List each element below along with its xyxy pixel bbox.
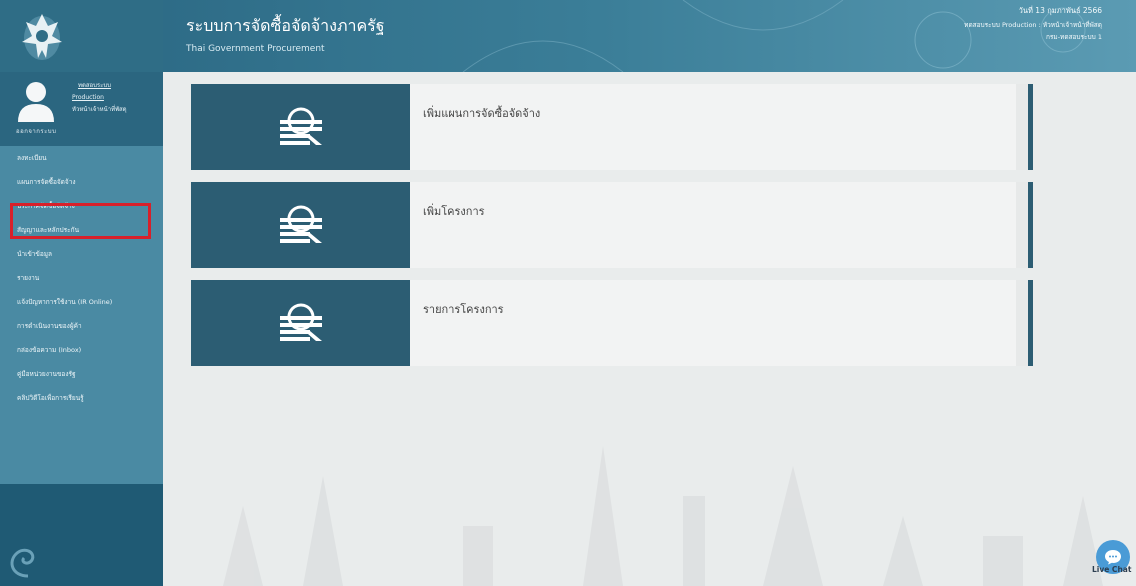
user-panel: ทดสอบระบบ Production หัวหน้าเจ้าหน้าที่พ… bbox=[0, 72, 163, 146]
card-label: เพิ่มโครงการ bbox=[423, 205, 485, 218]
card-icon-container bbox=[191, 182, 410, 268]
card-project-list[interactable]: รายการโครงการ bbox=[191, 280, 1033, 366]
card-edge bbox=[1016, 280, 1028, 366]
card-add-procurement-plan[interactable]: เพิ่มแผนการจัดซื้อจัดจ้าง bbox=[191, 84, 1033, 170]
sidebar-logo-area bbox=[0, 0, 163, 72]
user-env-link[interactable]: Production bbox=[72, 94, 104, 102]
menu-item-ir-online[interactable]: แจ้งปัญหาการใช้งาน (IR Online) bbox=[0, 290, 163, 314]
card-label: รายการโครงการ bbox=[423, 303, 504, 316]
menu-item-import-data[interactable]: นำเข้าข้อมูล bbox=[0, 242, 163, 266]
header-department: กรม-ทดสอบระบบ 1 bbox=[1046, 33, 1102, 41]
document-search-icon bbox=[279, 107, 322, 145]
live-chat-label: Live Chat bbox=[1092, 565, 1132, 574]
document-search-icon bbox=[279, 303, 322, 341]
card-accent-bar bbox=[1028, 280, 1033, 366]
menu-item-register[interactable]: ลงทะเบียน bbox=[0, 146, 163, 170]
menu-item-procurement-plan[interactable]: แผนการจัดซื้อจัดจ้าง bbox=[0, 170, 163, 194]
government-emblem-icon bbox=[22, 14, 62, 60]
temple-background-art bbox=[223, 446, 1103, 586]
sidebar: ทดสอบระบบ Production หัวหน้าเจ้าหน้าที่พ… bbox=[0, 0, 163, 586]
card-add-project[interactable]: เพิ่มโครงการ bbox=[191, 182, 1033, 268]
header-date: วันที่ 13 กุมภาพันธ์ 2566 bbox=[1018, 6, 1102, 15]
user-position: หัวหน้าเจ้าหน้าที่พัสดุ bbox=[72, 106, 127, 113]
card-accent-bar bbox=[1028, 182, 1033, 268]
card-accent-bar bbox=[1028, 84, 1033, 170]
card-label: เพิ่มแผนการจัดซื้อจัดจ้าง bbox=[423, 107, 541, 120]
menu-item-manual[interactable]: คู่มือหน่วยงานของรัฐ bbox=[0, 362, 163, 386]
card-edge bbox=[1016, 84, 1028, 170]
header-user: ทดสอบระบบ Production : หัวหน้าเจ้าหน้าที… bbox=[964, 21, 1102, 29]
card-icon-container bbox=[191, 280, 410, 366]
avatar-icon bbox=[18, 82, 54, 122]
sidebar-footer bbox=[0, 484, 163, 586]
user-name-link[interactable]: ทดสอบระบบ bbox=[78, 82, 111, 90]
logout-link[interactable]: ออกจากระบบ bbox=[16, 128, 56, 136]
menu-item-vendor-operations[interactable]: การดำเนินงานของผู้ค้า bbox=[0, 314, 163, 338]
card-edge bbox=[1016, 182, 1028, 268]
header-banner: ระบบการจัดซื้อจัดจ้างภาครัฐ Thai Governm… bbox=[163, 0, 1136, 72]
menu-item-video-clips[interactable]: คลิปวิดีโอเพื่อการเรียนรู้ bbox=[0, 386, 163, 410]
annotation-highlight-box bbox=[10, 203, 151, 239]
card-icon-container bbox=[191, 84, 410, 170]
live-chat-button[interactable]: Live Chat bbox=[1090, 540, 1134, 584]
swirl-ornament-icon bbox=[10, 548, 35, 578]
main-content: เพิ่มแผนการจัดซื้อจัดจ้าง เพิ่มโครงการ ร… bbox=[163, 72, 1136, 586]
chat-icon bbox=[1105, 550, 1121, 565]
menu-item-inbox[interactable]: กล่องข้อความ (Inbox) bbox=[0, 338, 163, 362]
page-title: ระบบการจัดซื้อจัดจ้างภาครัฐ bbox=[186, 16, 385, 35]
document-search-icon bbox=[279, 205, 322, 243]
sidebar-menu: ลงทะเบียน แผนการจัดซื้อจัดจ้าง ประกาศจัด… bbox=[0, 146, 163, 410]
page-subtitle: Thai Government Procurement bbox=[186, 44, 325, 54]
menu-item-reports[interactable]: รายงาน bbox=[0, 266, 163, 290]
